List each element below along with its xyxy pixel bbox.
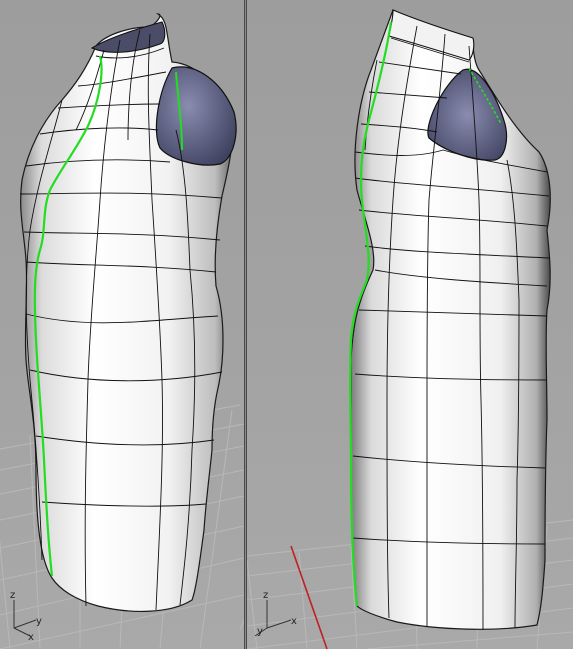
axis-label-y: y [36, 616, 42, 627]
right-viewport-canvas: z y x [247, 9, 573, 649]
dress-form-model [19, 13, 237, 612]
x-axis-line [290, 545, 328, 649]
axis-label-y: y [257, 626, 263, 637]
armhole-left-view [155, 66, 237, 166]
axis-label-z: z [10, 590, 15, 601]
axis-label-x: x [28, 632, 34, 643]
axis-label-z: z [263, 590, 268, 601]
dress-form-model [349, 9, 551, 631]
left-viewport-canvas: z y x [0, 13, 244, 649]
perspective-viewport-right[interactable]: z y x [247, 0, 573, 649]
axis-gizmo-left [13, 600, 37, 637]
rhino-modeling-window: z y x z y x [0, 0, 573, 649]
perspective-viewport-left[interactable]: z y x [0, 0, 244, 649]
axis-label-x: x [291, 616, 297, 627]
